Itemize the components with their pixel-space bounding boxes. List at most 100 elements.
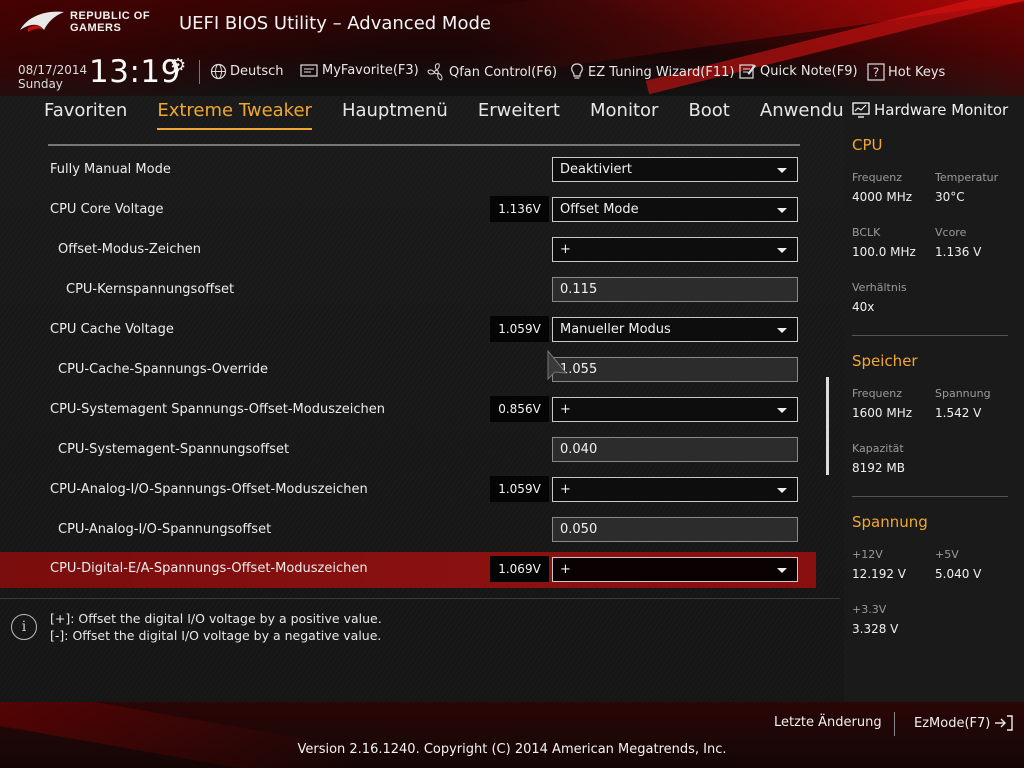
quick-note-button[interactable]: Quick Note(F9): [739, 63, 858, 80]
setting-row-core-voltage-offset[interactable]: CPU-Kernspannungsoffset 0.115: [0, 272, 816, 308]
setting-row-offset-sign[interactable]: Offset-Modus-Zeichen +: [0, 232, 816, 268]
v12-label: +12V: [852, 548, 883, 561]
systemagent-offset-sign-dropdown[interactable]: +: [552, 397, 798, 422]
hot-keys-button[interactable]: ? Hot Keys: [867, 63, 945, 81]
app-title: UEFI BIOS Utility – Advanced Mode: [179, 13, 491, 34]
tabs-divider: [48, 144, 800, 146]
mouse-cursor-icon: [547, 349, 568, 381]
memory-voltage-label: Spannung: [935, 387, 991, 400]
cpu-core-voltage-dropdown[interactable]: Offset Mode: [552, 197, 798, 222]
setting-row-cpu-cache-voltage[interactable]: CPU Cache Voltage 1.059V Manueller Modus: [0, 312, 816, 348]
tab-extreme-tweaker[interactable]: Extreme Tweaker: [157, 100, 312, 130]
memory-capacity-label: Kapazität: [852, 442, 904, 455]
cache-voltage-override-input[interactable]: 1.055: [552, 357, 798, 382]
tab-erweitert[interactable]: Erweitert: [478, 100, 560, 130]
dropdown-value: +: [560, 562, 571, 577]
cpu-temperature-value: 30°C: [935, 190, 965, 204]
setting-label: CPU Cache Voltage: [50, 322, 174, 337]
cpu-frequency-value: 4000 MHz: [852, 190, 913, 204]
systemagent-offset-input[interactable]: 0.040: [552, 437, 798, 462]
language-label: Deutsch: [230, 64, 284, 79]
caret-down-icon: [777, 568, 787, 573]
setting-label: Offset-Modus-Zeichen: [58, 242, 202, 257]
setting-label: CPU-Analog-I/O-Spannungs-Offset-Moduszei…: [50, 482, 368, 497]
setting-row-systemagent-offset[interactable]: CPU-Systemagent-Spannungsoffset 0.040: [0, 432, 816, 468]
setting-row-systemagent-offset-sign[interactable]: CPU-Systemagent Spannungs-Offset-Modusze…: [0, 392, 816, 428]
setting-label: CPU-Kernspannungsoffset: [66, 282, 235, 297]
setting-label: CPU Core Voltage: [50, 202, 164, 217]
fan-icon: [427, 63, 443, 81]
footer-decor-stripe: [0, 702, 361, 768]
setting-label: Fully Manual Mode: [50, 162, 171, 177]
info-icon: i: [11, 614, 37, 640]
setting-row-cache-voltage-override[interactable]: CPU-Cache-Spannungs-Override 1.055: [0, 352, 816, 388]
v5-label: +5V: [935, 548, 959, 561]
tab-hauptmenu[interactable]: Hauptmenü: [342, 100, 448, 130]
hw-divider: [852, 335, 1008, 336]
myfavorite-button[interactable]: MyFavorite(F3): [300, 63, 419, 78]
setting-row-digital-io-offset-sign[interactable]: CPU-Digital-E/A-Spannungs-Offset-Modusze…: [0, 552, 816, 588]
setting-row-analog-io-offset[interactable]: CPU-Analog-I/O-Spannungsoffset 0.050: [0, 512, 816, 548]
brand-line-2: GAMERS: [70, 22, 122, 34]
note-icon: [739, 64, 756, 79]
ez-tuning-wizard-button[interactable]: EZ Tuning Wizard(F11): [569, 63, 734, 81]
v5-value: 5.040 V: [935, 567, 982, 581]
language-button[interactable]: Deutsch: [210, 63, 284, 80]
header-bar: REPUBLIC OF GAMERS UEFI BIOS Utility – A…: [0, 0, 1024, 96]
cpu-temperature-label: Temperatur: [935, 171, 999, 184]
settings-scrollbar[interactable]: [826, 377, 829, 475]
help-line-2: [-]: Offset the digital I/O voltage by a…: [50, 628, 382, 643]
tab-boot[interactable]: Boot: [688, 100, 729, 130]
memory-heading: Speicher: [852, 352, 918, 370]
quick-note-label: Quick Note(F9): [760, 64, 858, 79]
ezmode-button[interactable]: EzMode(F7): [914, 715, 1014, 731]
clock-time[interactable]: 13:19: [89, 54, 181, 90]
setting-row-fully-manual-mode[interactable]: Fully Manual Mode Deaktiviert: [0, 152, 816, 188]
hardware-monitor-panel: Hardware Monitor CPU Frequenz Temperatur…: [844, 96, 1024, 702]
svg-text:?: ?: [873, 66, 879, 80]
monitor-icon: [852, 101, 870, 118]
gear-icon[interactable]: ⚙: [170, 55, 186, 76]
last-change-button[interactable]: Letzte Änderung: [774, 715, 882, 730]
hw-divider: [852, 496, 1008, 497]
vcore-value: 1.136 V: [935, 245, 982, 259]
memory-voltage-value: 1.542 V: [935, 406, 982, 420]
offset-sign-dropdown[interactable]: +: [552, 237, 798, 262]
favorite-icon: [300, 64, 318, 77]
caret-down-icon: [777, 408, 787, 413]
tab-favoriten[interactable]: Favoriten: [44, 100, 127, 130]
date-display: 08/17/2014 Sunday: [18, 63, 87, 91]
rog-logo: REPUBLIC OF GAMERS: [18, 6, 168, 42]
lightbulb-icon: [571, 63, 583, 79]
caret-down-icon: [777, 248, 787, 253]
question-icon: ?: [867, 63, 885, 81]
v33-value: 3.328 V: [852, 622, 899, 636]
analog-io-offset-sign-dropdown[interactable]: +: [552, 477, 798, 502]
info-divider: [0, 598, 840, 599]
setting-row-analog-io-offset-sign[interactable]: CPU-Analog-I/O-Spannungs-Offset-Moduszei…: [0, 472, 816, 508]
setting-label: CPU-Systemagent-Spannungsoffset: [58, 442, 290, 457]
setting-label: CPU-Digital-E/A-Spannungs-Offset-Modusze…: [50, 561, 368, 576]
footer-bar: Letzte Änderung EzMode(F7) Version 2.16.…: [0, 702, 1024, 768]
myfavorite-label: MyFavorite(F3): [322, 63, 419, 78]
exit-icon: [995, 715, 1014, 731]
voltage-readout: 1.059V: [490, 476, 549, 502]
qfan-control-button[interactable]: Qfan Control(F6): [427, 63, 557, 81]
memory-capacity-value: 8192 MB: [852, 461, 905, 475]
qfan-control-label: Qfan Control(F6): [449, 64, 558, 80]
tab-anwendungen[interactable]: Anwendu: [760, 100, 844, 130]
cpu-cache-voltage-dropdown[interactable]: Manueller Modus: [552, 317, 798, 342]
core-voltage-offset-input[interactable]: 0.115: [552, 277, 798, 302]
voltage-readout: 1.059V: [490, 316, 549, 342]
dropdown-value: +: [560, 402, 571, 417]
setting-label: CPU-Systemagent Spannungs-Offset-Modusze…: [50, 402, 386, 417]
help-line-1: [+]: Offset the digital I/O voltage by a…: [50, 611, 382, 626]
fully-manual-mode-dropdown[interactable]: Deaktiviert: [552, 157, 798, 182]
caret-down-icon: [777, 328, 787, 333]
v12-value: 12.192 V: [852, 567, 907, 581]
digital-io-offset-sign-dropdown[interactable]: +: [552, 557, 798, 582]
setting-row-cpu-core-voltage[interactable]: CPU Core Voltage 1.136V Offset Mode: [0, 192, 816, 228]
analog-io-offset-input[interactable]: 0.050: [552, 517, 798, 542]
memory-frequency-label: Frequenz: [852, 387, 903, 400]
tab-monitor[interactable]: Monitor: [590, 100, 658, 130]
